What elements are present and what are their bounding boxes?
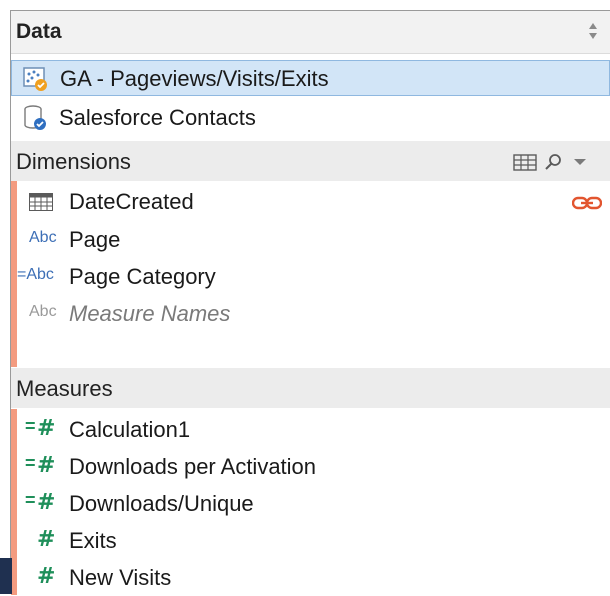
field-label: DateCreated: [69, 189, 194, 214]
field-label: Calculation1: [69, 417, 191, 442]
data-pane: Data GA - Pageviews/Visits/Exits Salesfo…: [10, 10, 610, 595]
dimensions-toolbar: [513, 154, 586, 171]
measures-header: Measures: [11, 368, 610, 408]
measures-title: Measures: [16, 376, 113, 401]
datasource-salesforce[interactable]: Salesforce Contacts: [11, 100, 610, 136]
calculated-marker-icon: =: [25, 490, 36, 510]
search-icon[interactable]: [545, 154, 561, 170]
field-label: New Visits: [69, 565, 172, 590]
measure-field-downloads-unique[interactable]: = # Downloads/Unique: [17, 486, 607, 522]
number-type-icon: #: [37, 527, 56, 552]
calculated-marker-icon: =: [25, 416, 36, 436]
field-label: Downloads/Unique: [69, 491, 254, 516]
dimensions-header: Dimensions: [11, 141, 610, 181]
datasource-ga[interactable]: GA - Pageviews/Visits/Exits: [11, 60, 610, 96]
calculated-marker-icon: =: [25, 453, 36, 473]
datasource-label: Salesforce Contacts: [59, 105, 256, 130]
dimension-field-measure-names[interactable]: Abc Measure Names: [17, 296, 607, 332]
data-pane-header: Data: [11, 11, 610, 54]
string-type-icon: Abc: [29, 229, 57, 246]
measures-list: = # Calculation1 = # Downloads per Activ…: [11, 409, 610, 595]
field-label: Page Category: [69, 264, 216, 289]
dimensions-list: DateCreated Abc Page =Abc Page Category …: [11, 181, 610, 367]
dimension-field-datecreated[interactable]: DateCreated: [17, 184, 607, 220]
dimensions-title: Dimensions: [16, 149, 131, 174]
measure-field-exits[interactable]: # Exits: [17, 523, 607, 559]
dimension-field-page-category[interactable]: =Abc Page Category: [17, 259, 607, 295]
background-window-edge: [0, 558, 12, 594]
link-icon[interactable]: [572, 196, 602, 210]
field-label: Measure Names: [69, 301, 231, 326]
salesforce-datasource-icon: [24, 105, 46, 130]
field-label: Page: [69, 227, 121, 252]
measure-field-downloads-per-activation[interactable]: = # Downloads per Activation: [17, 449, 607, 485]
data-pane-title: Data: [16, 20, 62, 43]
chevron-down-icon[interactable]: [574, 159, 586, 165]
sort-arrows-icon[interactable]: [588, 22, 598, 40]
number-type-icon: #: [37, 453, 56, 478]
calculated-string-type-icon: =Abc: [17, 266, 54, 283]
datasource-label: GA - Pageviews/Visits/Exits: [60, 66, 329, 91]
field-label: Downloads per Activation: [69, 454, 317, 479]
view-as-list-icon[interactable]: [513, 154, 537, 171]
date-table-icon: [29, 193, 53, 211]
measure-field-new-visits[interactable]: # New Visits: [17, 560, 607, 596]
ga-datasource-icon: [23, 67, 47, 91]
number-type-icon: #: [37, 416, 56, 441]
number-type-icon: #: [37, 564, 56, 589]
dimension-field-page[interactable]: Abc Page: [17, 222, 607, 258]
number-type-icon: #: [37, 490, 56, 515]
string-type-icon: Abc: [29, 303, 57, 320]
measure-field-calculation1[interactable]: = # Calculation1: [17, 412, 607, 448]
field-label: Exits: [69, 528, 117, 553]
